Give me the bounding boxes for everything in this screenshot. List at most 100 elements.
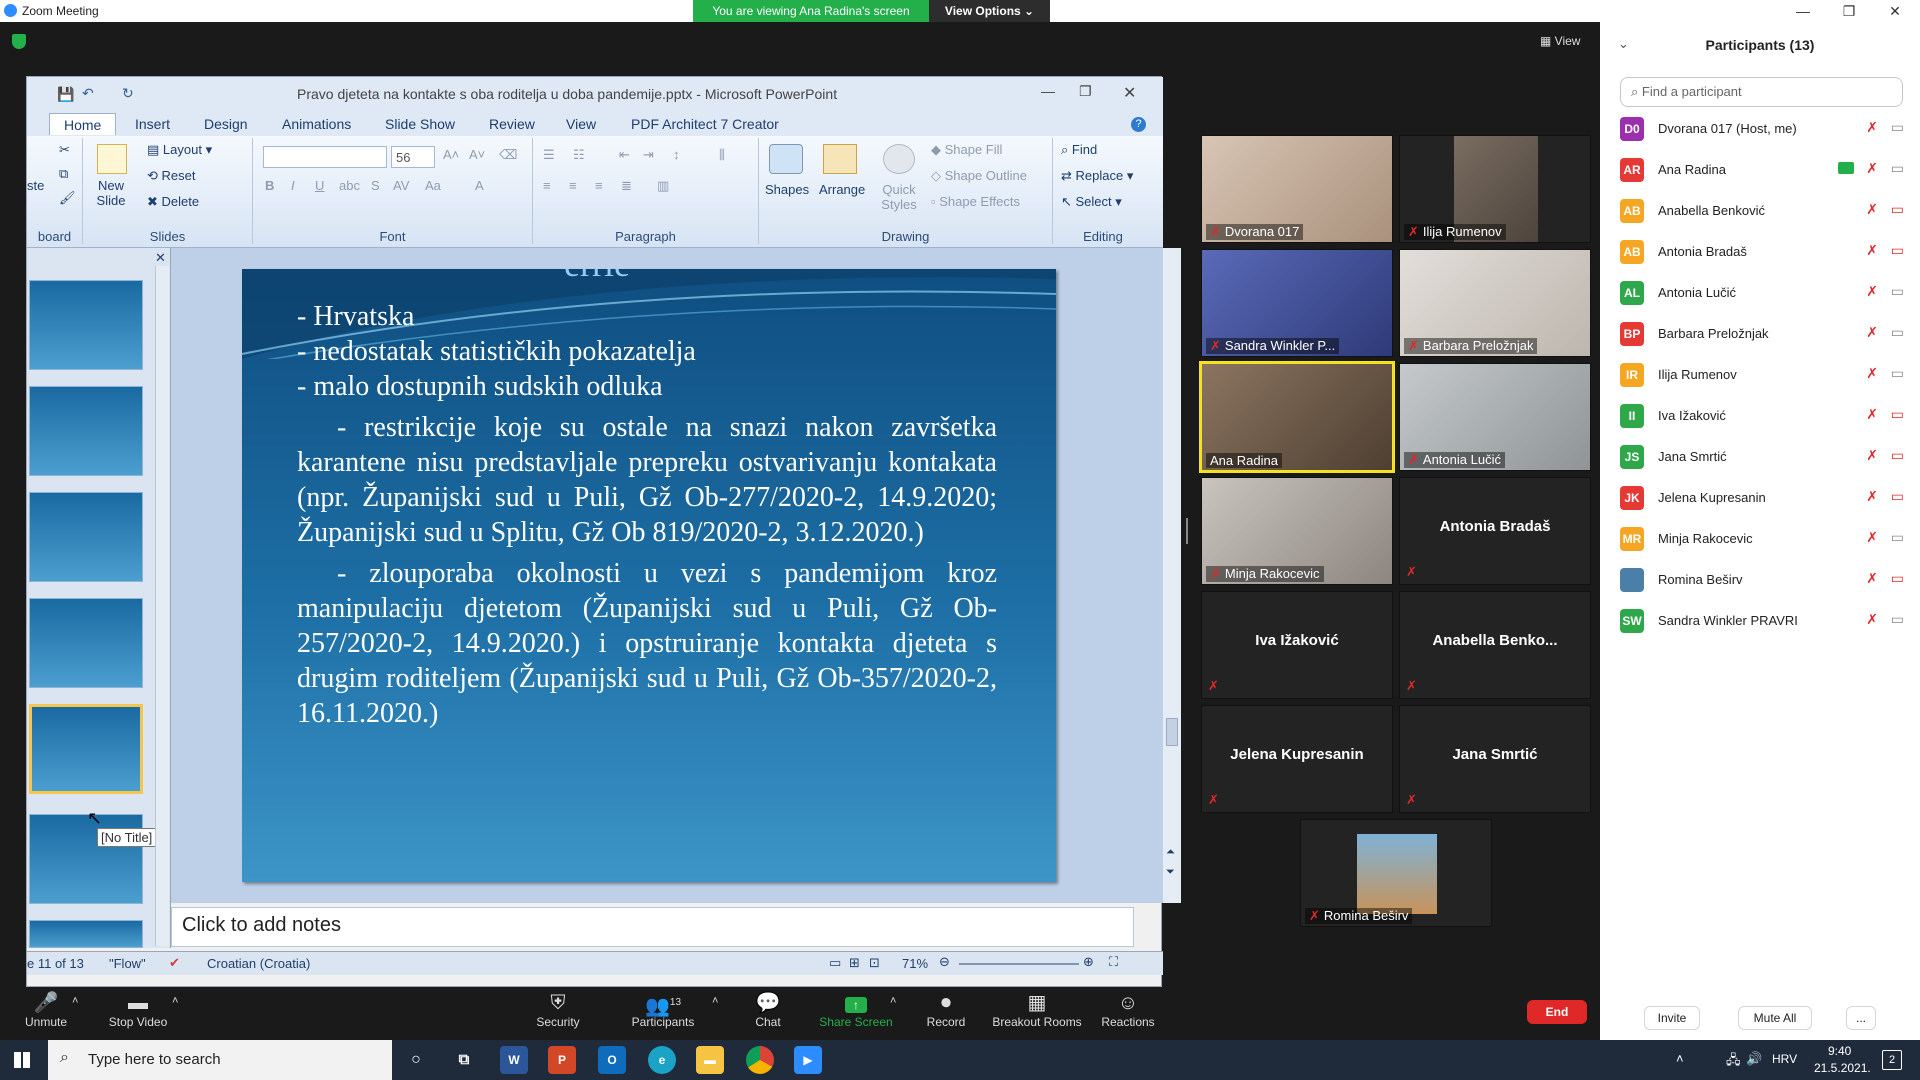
select-button[interactable]: ↖ Select ▾	[1061, 194, 1122, 210]
slide-thumbnail[interactable]	[29, 492, 143, 582]
camera-icon[interactable]: ▭	[1891, 529, 1904, 546]
reading-view-icon[interactable]: ⊡	[869, 955, 880, 971]
tray-chevron-icon[interactable]: ˄	[1676, 1051, 1684, 1066]
line-spacing-icon[interactable]: ↕	[673, 147, 680, 162]
word-app-icon[interactable]: W	[500, 1046, 528, 1074]
participant-row[interactable]: BP Barbara Preložnjak ✗ ▭	[1620, 313, 1910, 354]
spellcheck-icon[interactable]: ✔	[169, 955, 180, 971]
participant-row[interactable]: II Iva Ižaković ✗ ▭	[1620, 395, 1910, 436]
next-slide-icon[interactable]: ⏷	[1166, 866, 1175, 879]
audio-options-chevron-icon[interactable]: ˄	[72, 995, 78, 1007]
mic-muted-icon[interactable]: ✗	[1866, 283, 1878, 300]
outlook-app-icon[interactable]: O	[598, 1046, 626, 1074]
mic-muted-icon[interactable]: ✗	[1866, 119, 1878, 136]
layout-button[interactable]: ▤ Layout ▾	[147, 142, 212, 158]
camera-icon[interactable]: ▭	[1891, 611, 1904, 628]
participant-row[interactable]: AL Antonia Lučić ✗ ▭	[1620, 272, 1910, 313]
security-shield-icon[interactable]	[12, 34, 26, 49]
shrink-font-icon[interactable]: A˅	[469, 147, 485, 162]
view-options-button[interactable]: View Options ⌄	[929, 0, 1050, 22]
bold-icon[interactable]: B	[265, 178, 274, 193]
underline-icon[interactable]: U	[315, 178, 324, 193]
chrome-app-icon[interactable]	[746, 1046, 774, 1074]
new-slide-icon[interactable]	[97, 144, 127, 174]
format-painter-icon[interactable]: 🖌	[59, 190, 76, 206]
participant-row[interactable]: SW Sandra Winkler PRAVRI ✗ ▭	[1620, 600, 1910, 641]
zoom-in-icon[interactable]: ⊕	[1083, 954, 1094, 970]
volume-icon[interactable]: 🔊	[1746, 1051, 1762, 1067]
tab-home[interactable]: Home	[49, 113, 117, 135]
align-right-icon[interactable]: ≡	[595, 178, 603, 193]
camera-off-icon[interactable]: ▭	[1891, 488, 1904, 505]
arrange-button[interactable]: Arrange	[819, 182, 865, 197]
clock-time[interactable]: 9:40	[1828, 1044, 1851, 1058]
camera-off-icon[interactable]: ▭	[1891, 447, 1904, 464]
slide-canvas[interactable]: errie - Hrvatska - nedostatak statističk…	[242, 269, 1056, 882]
windows-start-icon[interactable]	[14, 1052, 30, 1068]
tab-review[interactable]: Review	[489, 116, 535, 132]
security-button[interactable]: ⛨ Security	[530, 991, 586, 1029]
ppt-close-button[interactable]: ✕	[1123, 83, 1136, 103]
participants-button[interactable]: 👥13 Participants	[628, 991, 698, 1029]
edge-app-icon[interactable]: e	[648, 1046, 676, 1074]
maximize-button[interactable]: ❐	[1826, 0, 1872, 22]
share-options-chevron-icon[interactable]: ˄	[890, 995, 896, 1007]
camera-off-icon[interactable]: ▭	[1891, 242, 1904, 259]
previous-slide-icon[interactable]: ⏶	[1166, 846, 1175, 859]
video-tile[interactable]: ✗ Dvorana 017	[1201, 135, 1393, 243]
video-tile[interactable]: Antonia Bradaš ✗	[1399, 477, 1591, 585]
more-options-button[interactable]: ...	[1846, 1006, 1876, 1030]
font-color-icon[interactable]: A	[475, 178, 484, 193]
camera-off-icon[interactable]: ▭	[1891, 570, 1904, 587]
mic-muted-icon[interactable]: ✗	[1866, 242, 1878, 259]
end-meeting-button[interactable]: End	[1527, 1000, 1587, 1024]
video-tile[interactable]: Iva Ižaković ✗	[1201, 591, 1393, 699]
quick-styles-button[interactable]: Quick Styles	[877, 182, 921, 212]
align-center-icon[interactable]: ≡	[569, 178, 577, 193]
shape-effects-button[interactable]: ▫ Shape Effects	[931, 194, 1020, 209]
zoom-level[interactable]: 71%	[902, 956, 928, 971]
participant-row[interactable]: AR Ana Radina ✗ ▭	[1620, 149, 1910, 190]
slide-thumbnail[interactable]	[29, 386, 143, 476]
camera-icon[interactable]: ▭	[1891, 119, 1904, 136]
mic-muted-icon[interactable]: ✗	[1866, 160, 1878, 177]
slide-body-text[interactable]: - Hrvatska - nedostatak statističkih pok…	[297, 299, 997, 731]
zoom-app-icon[interactable]: ▶	[794, 1046, 822, 1074]
camera-off-icon[interactable]: ▭	[1891, 201, 1904, 218]
record-button[interactable]: ⏺ Record	[924, 991, 968, 1029]
italic-icon[interactable]: I	[291, 178, 295, 193]
replace-button[interactable]: ⇄ Replace ▾	[1061, 168, 1133, 184]
bullets-icon[interactable]: ☰	[543, 147, 555, 163]
cortana-icon[interactable]: ○	[402, 1046, 430, 1074]
delete-button[interactable]: ✖ Delete	[147, 194, 199, 210]
camera-icon[interactable]: ▭	[1891, 365, 1904, 382]
scroll-thumb[interactable]	[1166, 718, 1178, 746]
video-tile[interactable]: ✗ Antonia Lučić	[1399, 363, 1591, 471]
clear-format-icon[interactable]: ⌫	[499, 147, 517, 163]
char-spacing-icon[interactable]: AV	[393, 178, 409, 193]
slide-sorter-icon[interactable]: ⊞	[849, 955, 860, 971]
decrease-indent-icon[interactable]: ⇤	[619, 147, 630, 163]
participants-chevron-icon[interactable]: ˄	[712, 995, 718, 1007]
video-tile[interactable]: ✗ Barbara Preložnjak	[1399, 249, 1591, 357]
increase-indent-icon[interactable]: ⇥	[643, 147, 654, 163]
shape-fill-button[interactable]: ◆ Shape Fill	[931, 142, 1002, 158]
mic-muted-icon[interactable]: ✗	[1866, 201, 1878, 218]
keyboard-language[interactable]: HRV	[1772, 1052, 1797, 1066]
mic-muted-icon[interactable]: ✗	[1866, 529, 1878, 546]
ppt-undo-icon[interactable]: ↶	[82, 85, 94, 102]
video-options-chevron-icon[interactable]: ˄	[172, 995, 178, 1007]
view-button[interactable]: ▦ View	[1540, 34, 1580, 48]
participant-row[interactable]: MR Minja Rakocevic ✗ ▭	[1620, 518, 1910, 559]
unmute-button[interactable]: 🎤 Unmute	[20, 991, 72, 1029]
file-explorer-icon[interactable]: ▬	[696, 1046, 724, 1074]
chat-button[interactable]: 💬 Chat	[748, 991, 788, 1029]
normal-view-icon[interactable]: ▭	[829, 955, 841, 971]
change-case-icon[interactable]: Aa	[425, 178, 441, 193]
tab-design[interactable]: Design	[204, 116, 248, 132]
invite-button[interactable]: Invite	[1644, 1006, 1700, 1030]
camera-icon[interactable]: ▭	[1891, 283, 1904, 300]
arrange-icon[interactable]	[823, 144, 857, 174]
close-button[interactable]: ✕	[1872, 0, 1918, 22]
camera-icon[interactable]: ▭	[1891, 324, 1904, 341]
